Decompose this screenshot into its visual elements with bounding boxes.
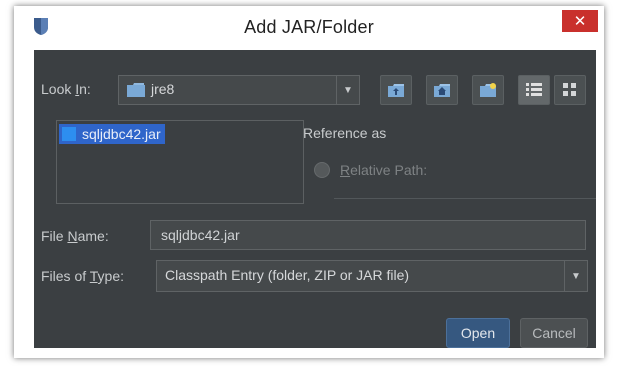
- look-in-label: Look In:: [41, 81, 91, 97]
- cancel-button[interactable]: Cancel: [520, 318, 588, 348]
- look-in-value: jre8: [151, 81, 175, 97]
- chevron-down-icon[interactable]: ▼: [564, 261, 587, 291]
- add-jar-folder-dialog: Add JAR/Folder ✕ Look In: jre8 ▼ sqljdbc…: [14, 6, 604, 358]
- files-of-type-combo[interactable]: Classpath Entry (folder, ZIP or JAR file…: [156, 260, 588, 292]
- close-button[interactable]: ✕: [562, 10, 598, 32]
- new-folder-button[interactable]: [472, 75, 504, 105]
- files-of-type-label: Files of Type:: [41, 268, 125, 284]
- file-list[interactable]: sqljdbc42.jar: [56, 120, 304, 204]
- file-item-name: sqljdbc42.jar: [82, 126, 161, 142]
- chevron-down-icon[interactable]: ▼: [336, 76, 359, 104]
- look-in-combo[interactable]: jre8 ▼: [118, 75, 360, 105]
- details-view-icon: [563, 83, 576, 96]
- home-button[interactable]: [426, 75, 458, 105]
- reference-divider: [334, 198, 596, 199]
- reference-as-label: Reference as: [303, 125, 387, 141]
- close-icon: ✕: [573, 12, 587, 30]
- window-title: Add JAR/Folder: [244, 17, 374, 37]
- folder-up-icon: [388, 84, 404, 97]
- jar-file-icon: [62, 127, 76, 141]
- list-view-icon: [526, 83, 542, 96]
- folder-icon: [127, 83, 145, 97]
- list-item[interactable]: sqljdbc42.jar: [59, 124, 165, 144]
- up-one-level-button[interactable]: [380, 75, 412, 105]
- files-of-type-value: Classpath Entry (folder, ZIP or JAR file…: [165, 267, 410, 283]
- details-view-button[interactable]: [554, 75, 586, 105]
- list-view-button[interactable]: [518, 75, 550, 105]
- open-button[interactable]: Open: [446, 318, 510, 348]
- home-icon: [434, 84, 450, 97]
- relative-path-radio[interactable]: [314, 162, 330, 178]
- new-folder-icon: [480, 83, 496, 97]
- file-name-input[interactable]: sqljdbc42.jar: [150, 220, 586, 250]
- dialog-content: Look In: jre8 ▼ sqljdbc42.jar Reference …: [34, 50, 596, 348]
- relative-path-label[interactable]: Relative Path:: [340, 162, 427, 178]
- title-bar[interactable]: Add JAR/Folder ✕: [14, 6, 604, 50]
- file-name-label: File Name:: [41, 228, 109, 244]
